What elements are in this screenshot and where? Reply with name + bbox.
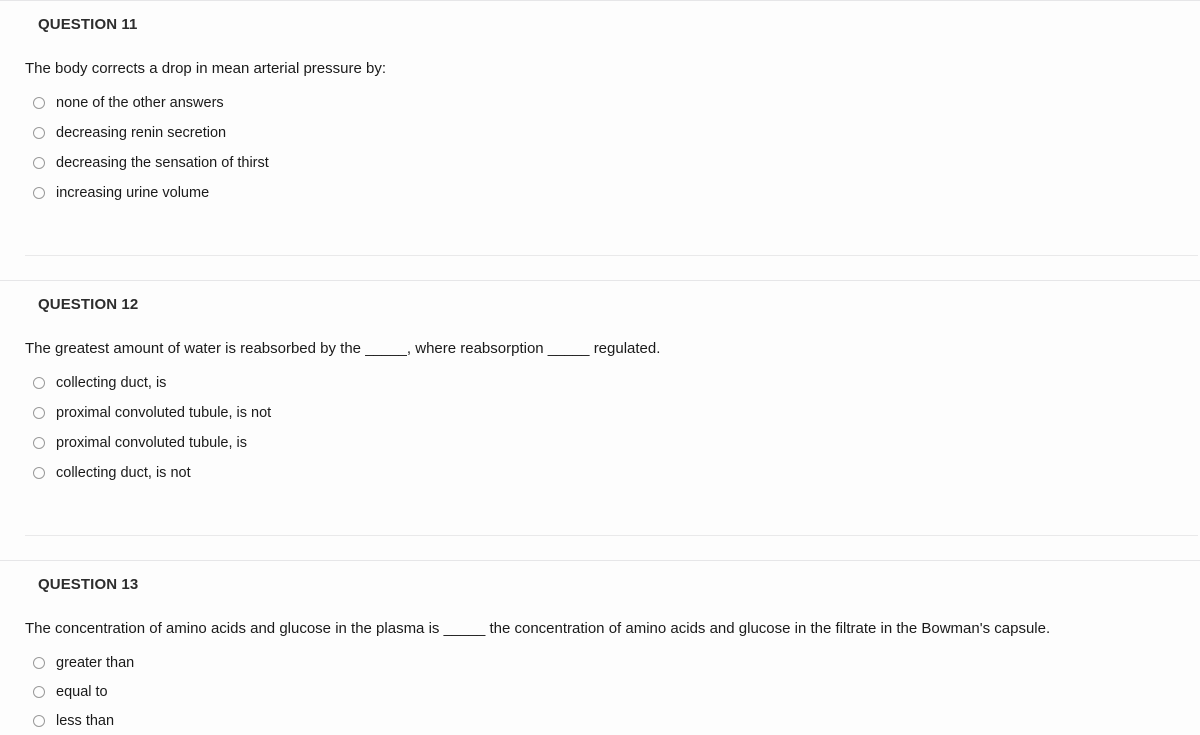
question-block-13: QUESTION 13 The concentration of amino a… bbox=[0, 561, 1200, 735]
option-row[interactable]: decreasing renin secretion bbox=[0, 118, 1200, 148]
radio-button-icon[interactable] bbox=[33, 407, 45, 419]
question-text-13: The concentration of amino acids and glu… bbox=[25, 620, 1051, 637]
radio-button-icon[interactable] bbox=[33, 377, 45, 389]
option-label: proximal convoluted tubule, is not bbox=[56, 405, 272, 421]
option-row[interactable]: equal to bbox=[0, 677, 1200, 706]
option-label: decreasing the sensation of thirst bbox=[56, 155, 269, 171]
option-row[interactable]: increasing urine volume bbox=[0, 178, 1200, 208]
option-row[interactable]: collecting duct, is bbox=[0, 368, 1200, 398]
option-label: greater than bbox=[56, 654, 135, 671]
option-row[interactable]: decreasing the sensation of thirst bbox=[0, 148, 1200, 178]
question-block-spacer bbox=[0, 488, 1200, 535]
question-inner-divider-11 bbox=[25, 255, 1198, 256]
radio-button-icon[interactable] bbox=[33, 685, 45, 698]
option-row[interactable]: proximal convoluted tubule, is bbox=[0, 428, 1200, 458]
radio-button-icon[interactable] bbox=[33, 97, 45, 109]
option-label: increasing urine volume bbox=[56, 185, 210, 201]
quiz-page: QUESTION 11 The body corrects a drop in … bbox=[0, 0, 1200, 735]
question-block-11: QUESTION 11 The body corrects a drop in … bbox=[0, 1, 1200, 256]
options-list-13: greater than equal to less than bbox=[0, 639, 1200, 735]
question-header-11: QUESTION 11 bbox=[38, 16, 138, 33]
question-header-12: QUESTION 12 bbox=[38, 296, 139, 313]
question-block-spacer bbox=[0, 208, 1200, 255]
option-row[interactable]: less than bbox=[0, 706, 1200, 735]
radio-button-icon[interactable] bbox=[33, 467, 45, 479]
radio-button-icon[interactable] bbox=[33, 656, 45, 669]
option-row[interactable]: proximal convoluted tubule, is not bbox=[0, 398, 1200, 428]
question-header-13: QUESTION 13 bbox=[38, 576, 139, 593]
option-row[interactable]: greater than bbox=[0, 648, 1200, 677]
options-list-11: none of the other answers decreasing ren… bbox=[0, 79, 1200, 208]
radio-button-icon[interactable] bbox=[33, 714, 45, 727]
option-row[interactable]: collecting duct, is not bbox=[0, 458, 1200, 488]
section-gap bbox=[0, 536, 1200, 560]
radio-button-icon[interactable] bbox=[33, 437, 45, 449]
question-block-12: QUESTION 12 The greatest amount of water… bbox=[0, 281, 1200, 536]
section-gap bbox=[0, 256, 1200, 280]
radio-button-icon[interactable] bbox=[33, 157, 45, 169]
options-list-12: collecting duct, is proximal convoluted … bbox=[0, 359, 1200, 488]
option-label: decreasing renin secretion bbox=[56, 125, 227, 141]
option-label: collecting duct, is not bbox=[56, 465, 191, 481]
option-label: equal to bbox=[56, 683, 108, 700]
radio-button-icon[interactable] bbox=[33, 187, 45, 199]
option-row[interactable]: none of the other answers bbox=[0, 88, 1200, 118]
question-text-12: The greatest amount of water is reabsorb… bbox=[25, 340, 661, 357]
option-label: collecting duct, is bbox=[56, 375, 167, 391]
option-label: less than bbox=[56, 712, 115, 729]
option-label: none of the other answers bbox=[56, 95, 224, 111]
radio-button-icon[interactable] bbox=[33, 127, 45, 139]
question-inner-divider-12 bbox=[25, 535, 1198, 536]
question-text-11: The body corrects a drop in mean arteria… bbox=[25, 60, 387, 77]
option-label: proximal convoluted tubule, is bbox=[56, 435, 248, 451]
